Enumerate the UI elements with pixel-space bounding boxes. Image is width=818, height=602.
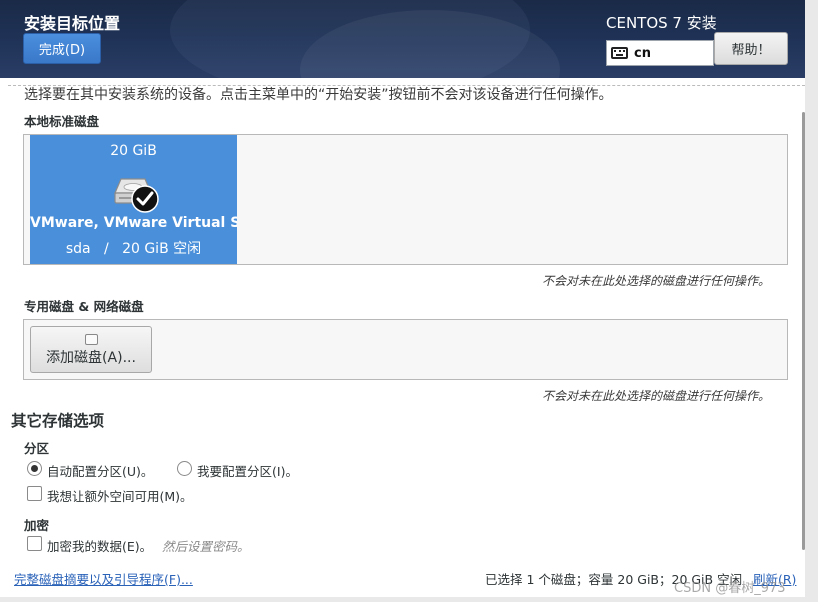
disk-summary-link[interactable]: 完整磁盘摘要以及引导程序(F)... xyxy=(14,569,193,588)
keyboard-layout-indicator[interactable]: cn xyxy=(606,40,714,66)
auto-partition-radio[interactable] xyxy=(27,461,42,476)
header-bar: 安装目标位置 完成(D) CENTOS 7 安装 cn 帮助！ xyxy=(0,0,805,78)
encrypt-hint: 然后设置密码。 xyxy=(162,539,250,554)
keyboard-layout-value: cn xyxy=(634,45,651,61)
done-button[interactable]: 完成(D) xyxy=(23,33,101,64)
add-disk-label: 添加磁盘(A)... xyxy=(46,350,136,366)
hard-disk-icon xyxy=(114,178,159,213)
instructions-text: 选择要在其中安装系统的设备。点击主菜单中的“开始安装”按钮前不会对该设备进行任何… xyxy=(24,87,613,103)
partitioning-heading: 分区 xyxy=(24,441,50,456)
window-frame-bottom xyxy=(0,597,818,602)
extra-space-label[interactable]: 我想让额外空间可用(M)。 xyxy=(47,486,193,505)
disk-details: sda / 20 GiB 空闲 xyxy=(30,238,237,258)
disk-card-sda[interactable]: 20 GiB VMware, VMware Virtual S sda / 20… xyxy=(30,135,237,264)
manual-partition-radio[interactable] xyxy=(177,461,192,476)
encrypt-checkbox[interactable] xyxy=(27,536,42,551)
encrypt-label[interactable]: 加密我的数据(E)。 xyxy=(47,536,152,555)
help-button[interactable]: 帮助！ xyxy=(714,32,788,65)
window-frame-right xyxy=(805,0,818,602)
page-title: 安装目标位置 xyxy=(24,14,121,33)
disk-device: sda xyxy=(65,241,91,257)
product-title: CENTOS 7 安装 xyxy=(606,14,717,32)
network-disks-note: 不会对未在此处选择的磁盘进行任何操作。 xyxy=(542,389,771,403)
local-disks-note: 不会对未在此处选择的磁盘进行任何操作。 xyxy=(542,274,771,288)
disk-size: 20 GiB xyxy=(110,143,157,159)
add-disk-button[interactable]: 添加磁盘(A)... xyxy=(30,326,152,373)
disk-add-icon xyxy=(85,334,98,345)
disk-name: VMware, VMware Virtual S xyxy=(30,215,237,231)
manual-partition-label[interactable]: 我要配置分区(I)。 xyxy=(197,461,298,480)
other-storage-heading: 其它存储选项 xyxy=(11,412,105,430)
disk-free-space: 20 GiB 空闲 xyxy=(122,241,202,257)
local-disks-heading: 本地标准磁盘 xyxy=(24,114,100,129)
auto-partition-label[interactable]: 自动配置分区(U)。 xyxy=(47,461,153,480)
vertical-scrollbar[interactable] xyxy=(802,112,805,550)
watermark-text: CSDN @春树_973 xyxy=(674,581,786,596)
extra-space-checkbox[interactable] xyxy=(27,486,42,501)
keyboard-icon xyxy=(611,47,628,59)
network-disks-heading: 专用磁盘 & 网络磁盘 xyxy=(24,299,144,314)
encryption-heading: 加密 xyxy=(24,518,50,533)
